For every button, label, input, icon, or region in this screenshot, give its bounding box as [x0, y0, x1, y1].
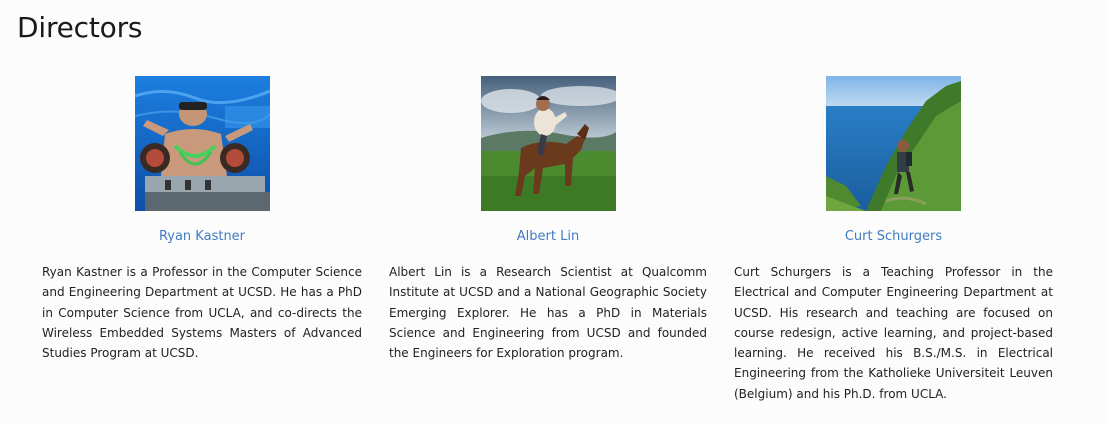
director-bio: Curt Schurgers is a Teaching Professor i… [734, 265, 1053, 401]
director-name-link[interactable]: Curt Schurgers [734, 229, 1053, 245]
director-photo-kastner[interactable] [134, 76, 270, 211]
director-photo-schurgers[interactable] [826, 76, 961, 211]
director-name-link[interactable]: Albert Lin [389, 229, 707, 245]
directors-grid: Ryan Kastner Ryan Kastner is a Professor… [0, 76, 1109, 416]
horseback-rider-image [480, 76, 616, 211]
coastal-hiker-image [826, 76, 961, 211]
director-photo-lin[interactable] [480, 76, 616, 211]
underwater-diver-image [134, 76, 270, 211]
director-name-link[interactable]: Ryan Kastner [42, 229, 362, 245]
page-title: Directors [17, 11, 143, 44]
director-bio: Albert Lin is a Research Scientist at Qu… [389, 265, 707, 361]
director-card-lin: Albert Lin Albert Lin is a Research Scie… [389, 76, 707, 363]
director-card-schurgers: Curt Schurgers Curt Schurgers is a Teach… [734, 76, 1053, 404]
director-bio: Ryan Kastner is a Professor in the Compu… [42, 265, 362, 361]
director-card-kastner: Ryan Kastner Ryan Kastner is a Professor… [42, 76, 362, 363]
